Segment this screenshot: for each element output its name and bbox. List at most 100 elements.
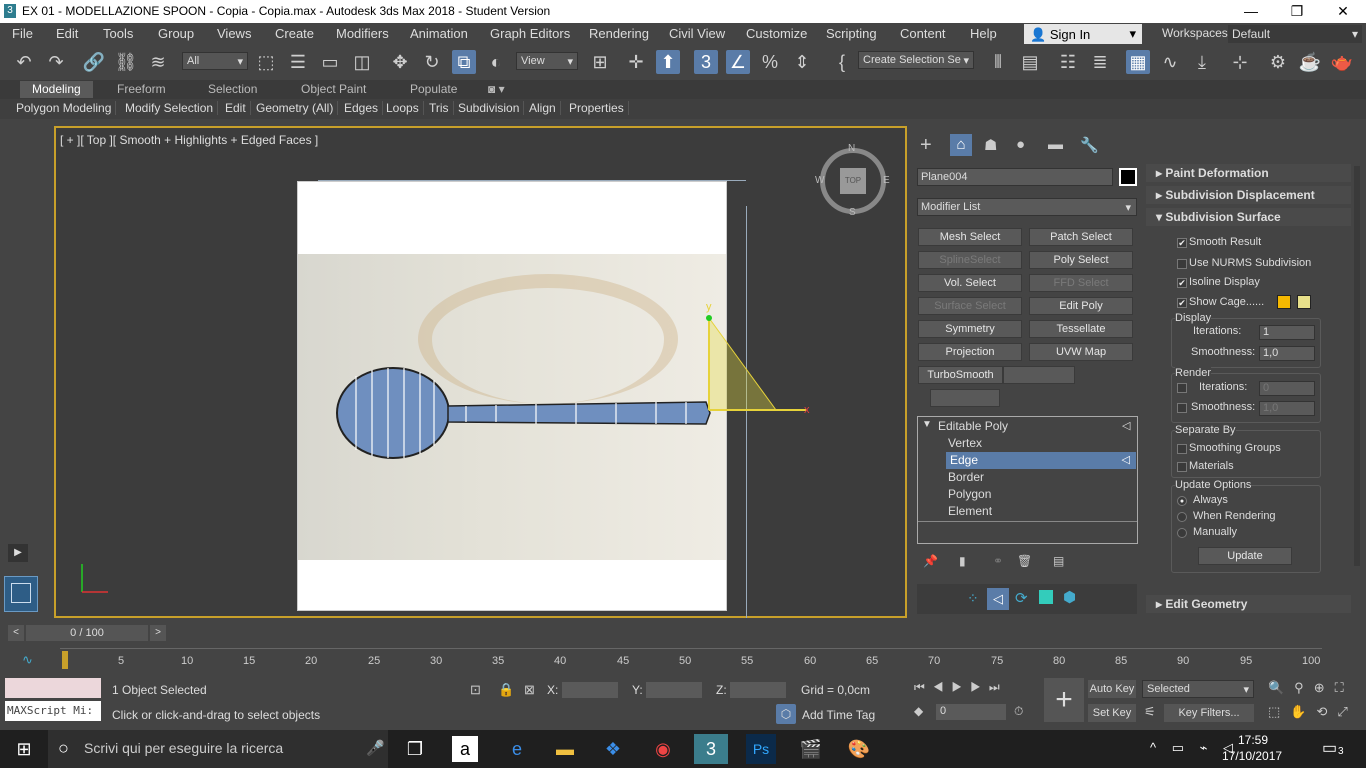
panel-tris[interactable]: Tris (429, 101, 454, 115)
mirror-icon[interactable]: ⫴ (986, 50, 1010, 74)
cage-color-swatch-1[interactable] (1277, 295, 1291, 309)
poly-select-button[interactable]: Poly Select (1029, 251, 1133, 269)
menu-edit[interactable]: Edit (56, 26, 78, 41)
play-expand-icon[interactable]: ▶ (8, 544, 28, 562)
always-radio[interactable]: ● (1177, 496, 1187, 506)
modifier-list-dropdown[interactable]: Modifier List ▾ (917, 198, 1137, 216)
windows-start-icon[interactable]: ⊞ (9, 734, 39, 764)
tab-object-paint[interactable]: Object Paint (301, 82, 366, 96)
iterations-spinner[interactable]: 1 (1259, 325, 1315, 340)
set-key-big-button[interactable]: + (1044, 678, 1084, 722)
create-tab-icon[interactable]: + (920, 134, 932, 157)
panel-polygon-modeling[interactable]: Polygon Modeling (16, 101, 117, 115)
selection-filter-dropdown[interactable]: All ▾ (182, 52, 248, 70)
time-slider[interactable]: 0 / 100 (26, 625, 148, 641)
taskbar-search[interactable]: ○ Scrivi qui per eseguire la ricerca 🎤 (48, 730, 388, 768)
render-smoothness-spinner[interactable]: 1,0 (1259, 401, 1315, 416)
utilities-tab-icon[interactable]: 🔧 (1080, 136, 1099, 154)
patch-select-button[interactable]: Patch Select (1029, 228, 1133, 246)
file-explorer-icon[interactable]: ▬ (550, 734, 580, 764)
menu-modifiers[interactable]: Modifiers (336, 26, 389, 41)
smoothing-groups-checkbox[interactable] (1177, 444, 1187, 454)
pin-stack-icon[interactable]: 📌 (923, 554, 938, 568)
edge-browser-icon[interactable]: e (502, 734, 532, 764)
ribbon-toggle-icon[interactable]: ▦ (1126, 50, 1150, 74)
clock-time[interactable]: 17:59 (1238, 733, 1268, 747)
vol-select-button[interactable]: Vol. Select (918, 274, 1022, 292)
time-marker[interactable] (62, 651, 68, 669)
tab-modeling[interactable]: Modeling (20, 81, 93, 98)
menu-help[interactable]: Help (970, 26, 997, 41)
empty-modifier-slot[interactable] (1003, 366, 1075, 384)
amazon-icon[interactable]: a (452, 736, 478, 762)
viewport-nav-icons-row2[interactable]: ⬚✋⟲⤢ (1268, 704, 1358, 720)
vertex-mode-icon[interactable]: ⁘ (967, 590, 979, 607)
maxscript-listener-top[interactable] (5, 678, 101, 698)
rendered-frame-window-icon[interactable]: ☕ (1298, 50, 1322, 74)
rotate-icon[interactable]: ↻ (420, 50, 444, 74)
tab-populate[interactable]: Populate (410, 82, 457, 96)
stack-item-vertex[interactable]: Vertex (948, 436, 982, 450)
z-coordinate-field[interactable] (730, 682, 786, 698)
playback-controls[interactable]: ⏮◀▶▶⏭ (914, 680, 1008, 695)
smooth-result-checkbox[interactable]: ✔ (1177, 238, 1187, 248)
redo-icon[interactable]: ↷ (44, 50, 68, 74)
element-mode-icon[interactable]: ⬢ (1063, 588, 1076, 606)
ribbon-options-icon[interactable]: ◙ ▾ (488, 82, 505, 96)
viewcube-top-face[interactable]: TOP (840, 168, 866, 194)
current-frame-field[interactable]: 0 (936, 704, 1006, 720)
cage-color-swatch-2[interactable] (1297, 295, 1311, 309)
use-nurms-checkbox[interactable] (1177, 259, 1187, 269)
bind-space-warp-icon[interactable]: ≋ (146, 50, 170, 74)
sign-in-button[interactable]: 👤 Sign In ▾ (1024, 24, 1142, 44)
y-coordinate-field[interactable] (646, 682, 702, 698)
edit-poly-button[interactable]: Edit Poly (1029, 297, 1133, 315)
modify-tab-icon[interactable]: ⌂ (950, 134, 972, 156)
chrome-icon[interactable]: ◉ (648, 734, 678, 764)
motion-tab-icon[interactable]: ● (1016, 136, 1025, 153)
panel-subdivision[interactable]: Subdivision (458, 101, 525, 115)
edge-mode-icon[interactable]: ◁ (987, 588, 1009, 610)
stack-item-polygon[interactable]: Polygon (948, 487, 991, 501)
smoothness-spinner[interactable]: 1,0 (1259, 346, 1315, 361)
viewport-label[interactable]: [ + ][ Top ][ Smooth + Highlights + Edge… (60, 133, 318, 147)
tessellate-button[interactable]: Tessellate (1029, 320, 1133, 338)
prev-frame-button[interactable]: < (8, 625, 24, 641)
menu-rendering[interactable]: Rendering (589, 26, 649, 41)
curve-editor-icon[interactable]: ∿ (1158, 50, 1182, 74)
tab-freeform[interactable]: Freeform (117, 82, 166, 96)
empty-modifier-slot[interactable] (930, 389, 1000, 407)
rollout-subdivision-displacement[interactable]: ▸ Subdivision Displacement (1146, 186, 1351, 204)
add-time-tag[interactable]: Add Time Tag (802, 708, 875, 722)
unlink-icon[interactable]: ⛓ (114, 50, 138, 74)
absolute-mode-icon[interactable]: ⊠ (524, 682, 535, 698)
symmetry-button[interactable]: Symmetry (918, 320, 1022, 338)
menu-animation[interactable]: Animation (410, 26, 468, 41)
ffd-select-button[interactable]: FFD Select (1029, 274, 1133, 292)
x-coordinate-field[interactable] (562, 682, 618, 698)
panel-edit[interactable]: Edit (225, 101, 251, 115)
next-frame-button[interactable]: > (150, 625, 166, 641)
polygon-mode-icon[interactable] (1039, 590, 1053, 604)
close-button[interactable]: ✕ (1320, 0, 1366, 23)
workspaces-dropdown[interactable]: Default ▾ (1228, 25, 1362, 43)
notifications-icon[interactable]: ▭ (1322, 738, 1337, 758)
task-view-icon[interactable]: ❐ (400, 734, 430, 764)
update-button[interactable]: Update (1198, 547, 1292, 565)
rollout-subdivision-surface[interactable]: ▾ Subdivision Surface (1146, 208, 1351, 226)
rollout-paint-deformation[interactable]: ▸ Paint Deformation (1146, 164, 1351, 182)
menu-group[interactable]: Group (158, 26, 194, 41)
place-icon[interactable]: ◐ (484, 50, 508, 74)
display-tab-icon[interactable]: ▬ (1048, 136, 1063, 153)
clock-date[interactable]: 17/10/2017 (1222, 749, 1282, 763)
link-icon[interactable]: 🔗 (82, 50, 106, 74)
menu-graph-editors[interactable]: Graph Editors (490, 26, 570, 41)
border-mode-icon[interactable]: ⟳ (1015, 589, 1028, 607)
maximize-button[interactable]: ❐ (1274, 0, 1320, 23)
menu-customize[interactable]: Customize (746, 26, 807, 41)
panel-properties[interactable]: Properties (569, 101, 629, 115)
maxscript-mini-listener[interactable]: MAXScript Mi: (5, 701, 101, 721)
time-config-icon[interactable]: ⏱ (1014, 704, 1023, 719)
turbosmooth-button[interactable]: TurboSmooth (918, 366, 1003, 384)
spinner-snap-icon[interactable]: ⇕ (790, 50, 814, 74)
